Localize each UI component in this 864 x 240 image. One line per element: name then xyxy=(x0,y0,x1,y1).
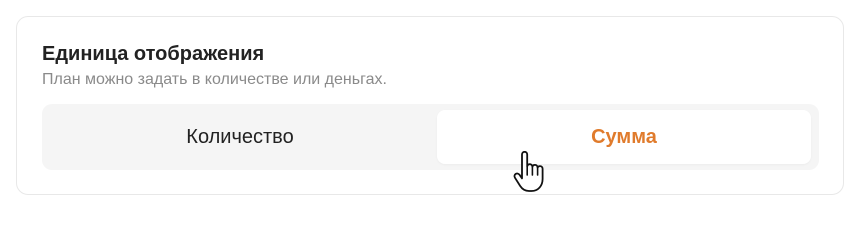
display-unit-toggle: Количество Сумма xyxy=(42,104,819,170)
amount-option-button[interactable]: Сумма xyxy=(437,110,811,164)
quantity-option-button[interactable]: Количество xyxy=(48,110,432,164)
display-unit-card: Единица отображения План можно задать в … xyxy=(16,16,844,195)
card-title: Единица отображения xyxy=(42,43,265,65)
hand-pointer-icon xyxy=(511,150,547,193)
card-subtitle: План можно задать в количестве или деньг… xyxy=(42,71,387,88)
